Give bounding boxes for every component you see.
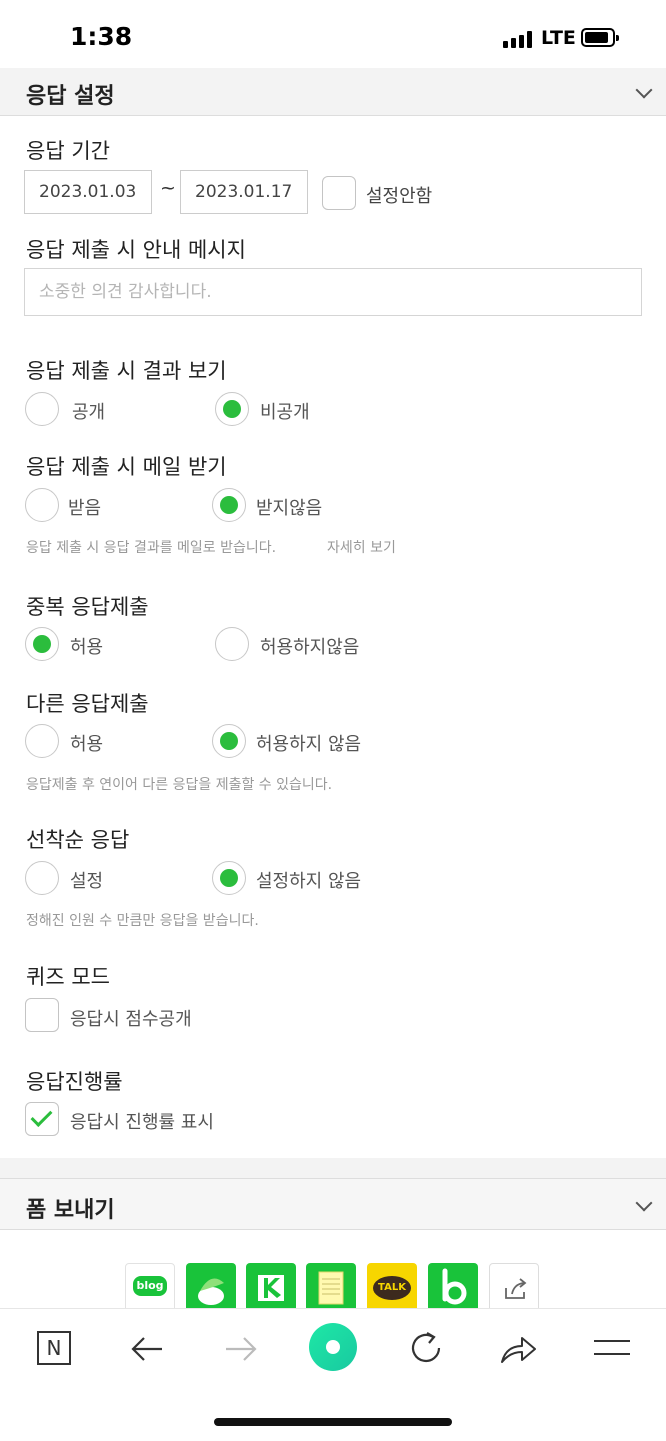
option-another-deny: 허용하지 않음 [256, 734, 362, 755]
radio-duplicate-deny[interactable] [215, 627, 249, 661]
radio-another-deny[interactable] [212, 724, 246, 758]
radio-first-come-set[interactable] [25, 861, 59, 895]
response-settings-header[interactable]: 응답 설정 [0, 68, 666, 116]
no-period-checkbox[interactable] [322, 176, 356, 210]
section-gap [0, 1158, 666, 1178]
share-memo[interactable] [306, 1263, 356, 1313]
section-title: 폼 보내기 [26, 1198, 115, 1223]
share-kakaotalk[interactable]: TALK [367, 1263, 417, 1313]
quiz-checkbox[interactable] [25, 998, 59, 1032]
green-dot-icon[interactable] [309, 1323, 357, 1371]
battery-icon [581, 28, 619, 47]
date-separator: ~ [160, 177, 176, 199]
details-link[interactable]: 자세히 보기 [327, 537, 396, 557]
share-naver-b[interactable] [428, 1263, 478, 1313]
radio-public[interactable] [25, 392, 59, 426]
another-label: 다른 응답제출 [26, 692, 149, 716]
share-band[interactable] [246, 1263, 296, 1313]
progress-checkbox-label: 응답시 진행률 표시 [70, 1112, 214, 1133]
radio-another-allow[interactable] [25, 724, 59, 758]
signal-icon [503, 30, 533, 48]
share-icon[interactable] [498, 1330, 538, 1368]
period-label: 응답 기간 [26, 139, 110, 163]
home-indicator [214, 1418, 452, 1426]
share-more[interactable] [489, 1263, 539, 1313]
option-public: 공개 [72, 402, 106, 423]
band-icon [258, 1275, 284, 1301]
radio-first-come-unset[interactable] [212, 861, 246, 895]
network-type: LTE [541, 27, 576, 49]
check-icon [30, 1105, 53, 1127]
submit-message-label: 응답 제출 시 안내 메시지 [26, 238, 246, 262]
option-another-allow: 허용 [70, 734, 104, 755]
option-receive: 받음 [68, 498, 102, 519]
option-private: 비공개 [260, 402, 310, 423]
option-duplicate-deny: 허용하지않음 [260, 637, 360, 658]
chevron-down-icon [635, 1194, 653, 1212]
receive-mail-help: 응답 제출 시 응답 결과를 메일로 받습니다. [26, 540, 277, 556]
share-out-icon [505, 1278, 527, 1299]
quiz-label: 퀴즈 모드 [26, 965, 110, 989]
progress-checkbox[interactable] [25, 1102, 59, 1136]
quiz-checkbox-label: 응답시 점수공개 [70, 1009, 192, 1030]
duplicate-label: 중복 응답제출 [26, 595, 149, 619]
section-title: 응답 설정 [26, 84, 115, 109]
memo-icon [318, 1271, 344, 1305]
reload-icon[interactable] [406, 1328, 446, 1368]
submit-message-input[interactable] [24, 268, 642, 316]
no-period-label: 설정안함 [366, 186, 433, 207]
send-form-header[interactable]: 폼 보내기 [0, 1178, 666, 1230]
back-arrow-icon[interactable] [128, 1330, 166, 1368]
option-first-come-unset: 설정하지 않음 [256, 871, 362, 892]
end-date-field[interactable]: 2023.01.17 [180, 170, 308, 214]
menu-icon[interactable] [594, 1338, 630, 1358]
kakaotalk-icon: TALK [373, 1276, 411, 1300]
first-come-help: 정해진 인원 수 만큼만 응답을 받습니다. [26, 913, 259, 929]
start-date-field[interactable]: 2023.01.03 [24, 170, 152, 214]
share-blog[interactable]: blog [125, 1263, 175, 1313]
cafe-icon [198, 1278, 224, 1305]
radio-not-receive[interactable] [212, 488, 246, 522]
naver-home-icon[interactable]: N [37, 1331, 71, 1365]
show-results-label: 응답 제출 시 결과 보기 [26, 359, 227, 383]
naver-b-icon [442, 1268, 467, 1305]
chevron-down-icon [635, 81, 653, 99]
status-time: 1:38 [70, 22, 133, 51]
option-not-receive: 받지않음 [256, 498, 323, 519]
blog-icon: blog [133, 1276, 167, 1296]
share-cafe[interactable] [186, 1263, 236, 1313]
radio-duplicate-allow[interactable] [25, 627, 59, 661]
another-help: 응답제출 후 연이어 다른 응답을 제출할 수 있습니다. [26, 777, 333, 793]
forward-arrow-icon[interactable] [222, 1330, 260, 1368]
first-come-label: 선착순 응답 [26, 828, 130, 852]
option-duplicate-allow: 허용 [70, 637, 104, 658]
option-first-come-set: 설정 [70, 871, 104, 892]
radio-receive[interactable] [25, 488, 59, 522]
progress-label: 응답진행률 [26, 1070, 123, 1094]
receive-mail-label: 응답 제출 시 메일 받기 [26, 455, 227, 479]
radio-private[interactable] [215, 392, 249, 426]
